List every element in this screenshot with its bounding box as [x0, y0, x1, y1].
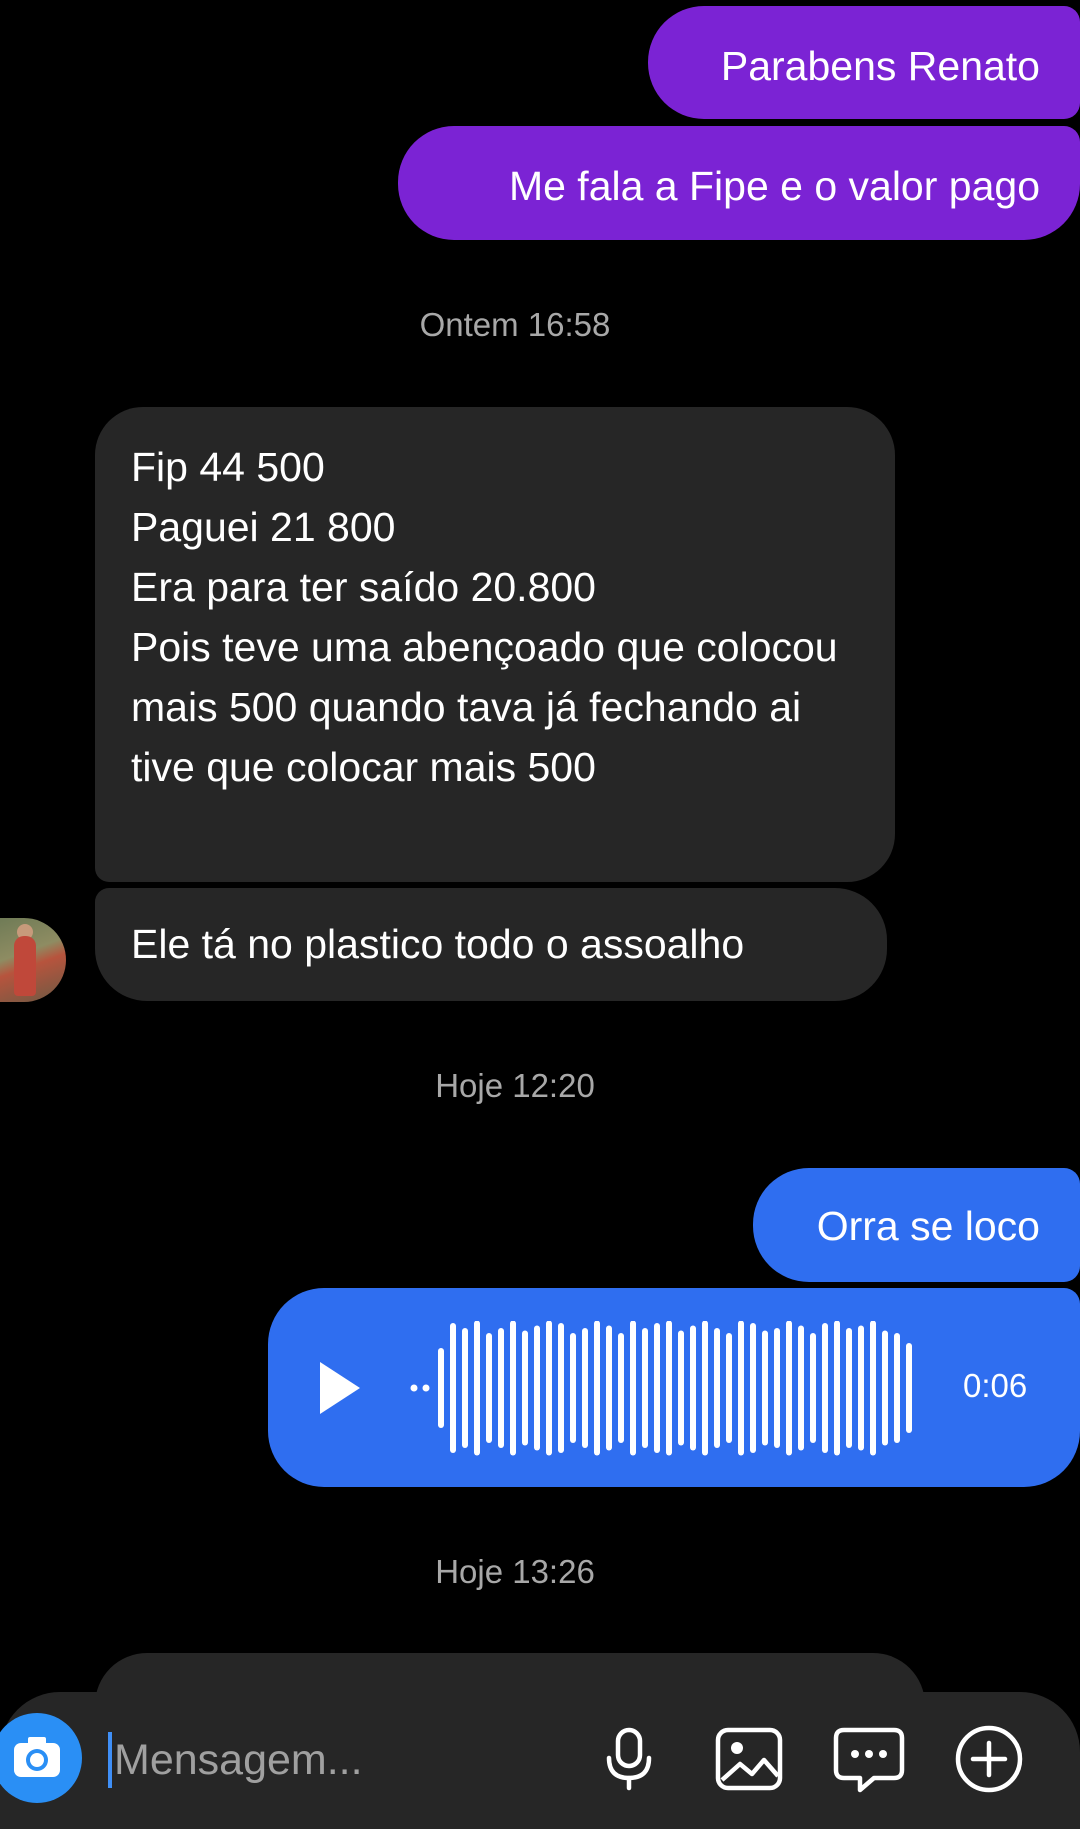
chat-bubble-icon	[833, 1727, 905, 1793]
message-bubble-incoming[interactable]: Fip 44 500 Paguei 21 800 Era para ter sa…	[95, 407, 895, 882]
message-bubble-incoming[interactable]: Ele tá no plastico todo o assoalho	[95, 888, 887, 1001]
waveform-bar	[522, 1330, 528, 1446]
avatar[interactable]	[0, 918, 66, 1002]
gallery-button[interactable]	[710, 1720, 788, 1798]
waveform-bar	[666, 1321, 672, 1456]
waveform-bar	[654, 1323, 660, 1453]
waveform-bar	[546, 1321, 552, 1456]
waveform-bar	[498, 1328, 504, 1448]
waveform-bar	[822, 1323, 828, 1453]
waveform-bar	[606, 1325, 612, 1451]
voice-message[interactable]: 0:06	[268, 1288, 1080, 1487]
waveform-bar	[438, 1348, 444, 1428]
waveform-bar	[786, 1321, 792, 1456]
waveform-bar	[702, 1321, 708, 1456]
microphone-button[interactable]	[590, 1720, 668, 1798]
message-input[interactable]: Mensagem...	[108, 1720, 578, 1800]
waveform[interactable]	[410, 1321, 930, 1456]
camera-icon	[14, 1737, 60, 1777]
more-button[interactable]	[950, 1720, 1028, 1798]
image-icon	[715, 1727, 783, 1791]
waveform-bar	[870, 1321, 876, 1456]
waveform-bar	[594, 1321, 600, 1456]
timestamp: Ontem 16:58	[419, 306, 611, 343]
waveform-bar	[714, 1328, 720, 1448]
waveform-bar	[558, 1323, 564, 1453]
timestamp: Hoje 12:20	[435, 1067, 595, 1104]
waveform-bar	[582, 1328, 588, 1448]
play-icon[interactable]	[320, 1362, 360, 1414]
text-caret	[108, 1732, 112, 1788]
waveform-bar	[570, 1333, 576, 1443]
waveform-bar	[450, 1323, 456, 1453]
waveform-bar	[534, 1325, 540, 1451]
waveform-bar	[798, 1325, 804, 1451]
message-input-placeholder: Mensagem...	[114, 1735, 363, 1784]
waveform-bar	[510, 1321, 516, 1456]
waveform-bar	[846, 1328, 852, 1448]
waveform-bar	[906, 1343, 912, 1433]
waveform-bar	[882, 1330, 888, 1446]
message-bubble-outgoing[interactable]: Me fala a Fipe e o valor pago	[398, 126, 1080, 240]
waveform-bar	[618, 1333, 624, 1443]
sticker-button[interactable]	[830, 1720, 908, 1798]
message-bubble-outgoing[interactable]: Orra se loco	[753, 1168, 1080, 1282]
camera-button[interactable]	[0, 1713, 82, 1803]
waveform-bar	[642, 1328, 648, 1448]
waveform-bar	[630, 1321, 636, 1456]
timestamp: Hoje 13:26	[435, 1553, 595, 1590]
waveform-bar	[738, 1321, 744, 1456]
waveform-bar	[690, 1325, 696, 1451]
waveform-bar	[762, 1330, 768, 1446]
plus-circle-icon	[955, 1725, 1023, 1793]
message-text: Me fala a Fipe e o valor pago	[508, 163, 1040, 209]
message-bubble-outgoing[interactable]: Parabens Renato	[648, 6, 1080, 119]
waveform-dot	[410, 1384, 418, 1392]
waveform-bar	[486, 1333, 492, 1443]
waveform-bar	[750, 1323, 756, 1453]
waveform-bar	[774, 1328, 780, 1448]
microphone-icon	[606, 1727, 652, 1791]
waveform-bar	[834, 1321, 840, 1456]
voice-duration: 0:06	[963, 1367, 1028, 1404]
waveform-bar	[858, 1325, 864, 1451]
message-text: Orra se loco	[816, 1203, 1040, 1249]
message-text: Parabens Renato	[720, 43, 1040, 89]
waveform-bar	[726, 1333, 732, 1443]
message-text: Ele tá no plastico todo o assoalho	[131, 921, 745, 967]
waveform-bar	[678, 1330, 684, 1446]
waveform-bar	[462, 1328, 468, 1448]
waveform-bar	[810, 1333, 816, 1443]
waveform-dot	[422, 1384, 430, 1392]
waveform-bar	[894, 1333, 900, 1443]
waveform-bar	[474, 1321, 480, 1456]
